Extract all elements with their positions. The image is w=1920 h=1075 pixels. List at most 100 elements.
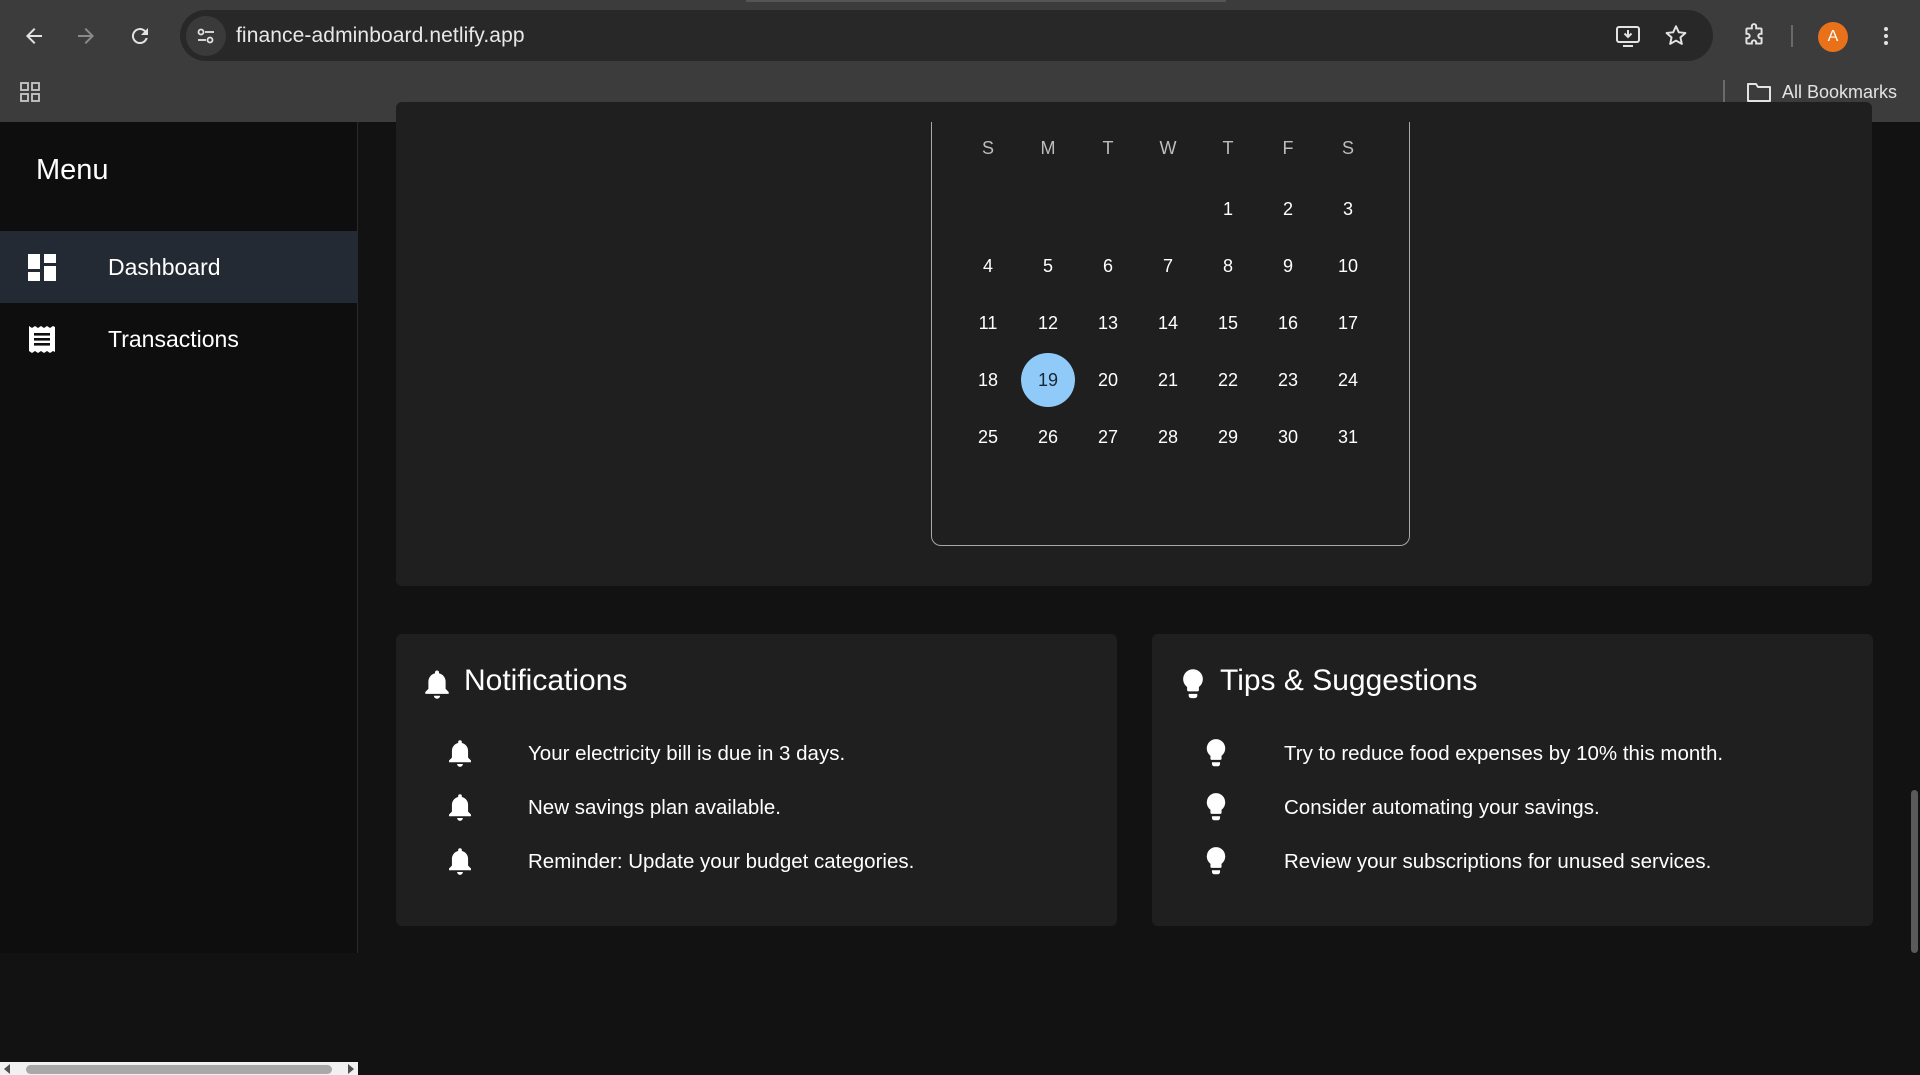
extensions-button[interactable]	[1734, 16, 1774, 56]
star-icon	[1665, 25, 1687, 45]
back-button[interactable]	[14, 16, 54, 56]
calendar-day[interactable]: 27	[1081, 410, 1135, 464]
scrollbar-thumb[interactable]	[26, 1065, 332, 1074]
toolbar-divider	[1791, 25, 1793, 47]
weekday-header: M	[1040, 138, 1056, 158]
calendar-day[interactable]: 8	[1201, 239, 1255, 293]
calendar-day[interactable]: 30	[1261, 410, 1315, 464]
calendar-day[interactable]: 4	[961, 239, 1015, 293]
calendar-day[interactable]: 10	[1321, 239, 1375, 293]
calendar-day[interactable]: 11	[961, 296, 1015, 350]
calendar-day[interactable]: 23	[1261, 353, 1315, 407]
calendar-day[interactable]: 31	[1321, 410, 1375, 464]
bell-icon	[446, 738, 474, 768]
forward-button[interactable]	[66, 16, 106, 56]
all-bookmarks-label: All Bookmarks	[1782, 81, 1898, 102]
calendar-day[interactable]: 7	[1141, 239, 1195, 293]
folder-icon	[1747, 83, 1771, 102]
main-content: S M T W T F S 1 2 3 4 5 6 7 8 9 10 11 12 13 14 15 16 17 18 19 20 21…	[359, 102, 1920, 953]
calendar-day[interactable]: 13	[1081, 296, 1135, 350]
weekday-header: S	[1341, 138, 1354, 158]
apps-button[interactable]	[16, 78, 44, 106]
bookmarks-divider	[1723, 80, 1725, 102]
dashboard-icon	[28, 254, 56, 281]
scrollbar-thumb[interactable]	[1911, 790, 1918, 953]
browser-menu-button[interactable]	[1866, 16, 1906, 56]
sidebar: Menu Dashboard Transactions	[0, 122, 358, 1075]
calendar-day[interactable]: 9	[1261, 239, 1315, 293]
calendar-day[interactable]: 25	[961, 410, 1015, 464]
calendar-day[interactable]: 1	[1201, 182, 1255, 236]
page-vertical-scrollbar[interactable]	[1909, 122, 1920, 953]
list-item: Try to reduce food expenses by 10% this …	[1152, 724, 1873, 778]
calendar-day[interactable]: 15	[1201, 296, 1255, 350]
scroll-left-arrow[interactable]	[4, 1064, 10, 1074]
calendar-day[interactable]: 26	[1021, 410, 1075, 464]
weekday-header: S	[981, 138, 994, 158]
scroll-right-arrow[interactable]	[348, 1064, 354, 1074]
calendar-day[interactable]: 21	[1141, 353, 1195, 407]
arrow-left-icon	[26, 28, 42, 44]
site-info-button[interactable]	[186, 16, 226, 56]
kebab-menu-icon	[1884, 27, 1888, 45]
calendar-day[interactable]: 5	[1021, 239, 1075, 293]
calendar-day[interactable]: 16	[1261, 296, 1315, 350]
notifications-panel: Notifications Your electricity bill is d…	[396, 634, 1117, 926]
list-item: Review your subscriptions for unused ser…	[1152, 832, 1873, 886]
bookmark-star-button[interactable]	[1658, 18, 1694, 54]
list-item: Your electricity bill is due in 3 days.	[396, 724, 1117, 778]
lightbulb-icon	[1202, 846, 1230, 876]
reload-icon	[131, 28, 148, 45]
weekday-header: T	[1102, 138, 1114, 158]
sidebar-horizontal-scrollbar[interactable]	[0, 1062, 358, 1075]
calendar-day[interactable]: 18	[961, 353, 1015, 407]
profile-avatar[interactable]: A	[1818, 22, 1848, 52]
calendar-day[interactable]: 17	[1321, 296, 1375, 350]
tips-panel: Tips & Suggestions Try to reduce food ex…	[1152, 634, 1873, 926]
sidebar-item-transactions[interactable]: Transactions	[0, 303, 358, 375]
reload-button[interactable]	[120, 16, 160, 56]
weekday-header: F	[1282, 138, 1294, 158]
weekday-header: T	[1222, 138, 1234, 158]
url-text[interactable]: finance-adminboard.netlify.app	[236, 24, 525, 48]
calendar-day[interactable]: 20	[1081, 353, 1135, 407]
bell-icon	[425, 670, 449, 699]
receipt-icon	[29, 326, 55, 353]
lightbulb-icon	[1202, 738, 1230, 768]
bell-icon	[446, 792, 474, 822]
bell-icon	[446, 846, 474, 876]
sidebar-item-label: Dashboard	[108, 253, 221, 280]
list-item-text: Consider automating your savings.	[1284, 796, 1600, 819]
weekday-header: W	[1159, 138, 1177, 158]
list-item-text: Your electricity bill is due in 3 days.	[528, 742, 846, 765]
notifications-title: Notifications	[464, 664, 628, 697]
install-app-button[interactable]	[1610, 18, 1646, 54]
list-item-text: Try to reduce food expenses by 10% this …	[1284, 742, 1724, 765]
calendar-day[interactable]: 22	[1201, 353, 1255, 407]
calendar-card: S M T W T F S 1 2 3 4 5 6 7 8 9 10 11 12 13 14 15 16 17 18 19 20 21…	[396, 102, 1872, 586]
lightbulb-icon	[1202, 792, 1230, 822]
list-item-text: New savings plan available.	[528, 796, 781, 819]
lightbulb-icon	[1183, 669, 1203, 699]
arrow-right-icon	[78, 28, 94, 44]
calendar-day[interactable]: 12	[1021, 296, 1075, 350]
calendar-day[interactable]: 28	[1141, 410, 1195, 464]
calendar-day[interactable]: 24	[1321, 353, 1375, 407]
calendar-day-selected[interactable]: 19	[1021, 353, 1075, 407]
sidebar-item-label: Transactions	[108, 325, 239, 352]
calendar-day[interactable]: 2	[1261, 182, 1315, 236]
list-item-text: Review your subscriptions for unused ser…	[1284, 850, 1712, 873]
sidebar-item-dashboard[interactable]: Dashboard	[0, 231, 358, 303]
calendar-day[interactable]: 29	[1201, 410, 1255, 464]
calendar-day[interactable]: 6	[1081, 239, 1135, 293]
apps-grid-icon	[20, 82, 40, 102]
tune-icon	[197, 28, 214, 44]
menu-title: Menu	[36, 154, 109, 186]
calendar: S M T W T F S 1 2 3 4 5 6 7 8 9 10 11 12 13 14 15 16 17 18 19 20 21…	[931, 122, 1410, 546]
calendar-day[interactable]: 14	[1141, 296, 1195, 350]
install-icon	[1616, 26, 1640, 47]
calendar-day[interactable]: 3	[1321, 182, 1375, 236]
address-bar[interactable]: finance-adminboard.netlify.app	[180, 10, 1713, 61]
list-item: New savings plan available.	[396, 778, 1117, 832]
tips-title: Tips & Suggestions	[1220, 664, 1478, 697]
